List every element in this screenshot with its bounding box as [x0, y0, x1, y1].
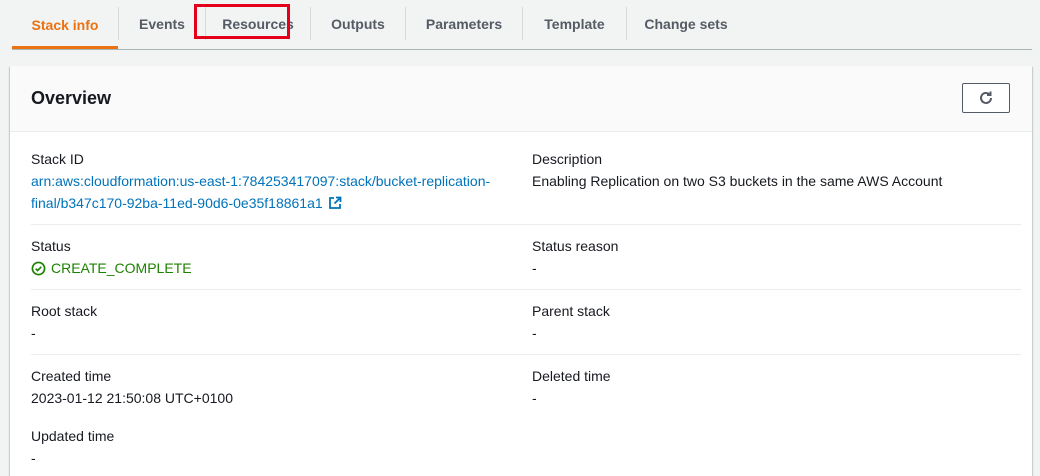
stack-id-value-line2: final/b347c170-92ba-11ed-90d6-0e35f18861…: [31, 195, 323, 211]
updated-time-label: Updated time: [31, 428, 115, 444]
deleted-time-field: Deleted time -: [532, 365, 611, 409]
tab-parameters[interactable]: Parameters: [406, 0, 522, 48]
tab-resources[interactable]: Resources: [206, 0, 310, 48]
description-value: Enabling Replication on two S3 buckets i…: [532, 173, 943, 189]
overview-panel: Overview Stack ID arn:aws:cloudformation…: [10, 66, 1032, 476]
deleted-time-label: Deleted time: [532, 368, 611, 384]
overview-row: Created time 2023-01-12 21:50:08 UTC+010…: [31, 365, 1021, 419]
overview-row: Status CREATE_COMPLETE Status reason -: [31, 235, 1021, 290]
status-reason-field: Status reason -: [532, 235, 618, 279]
updated-time-field: Updated time -: [31, 425, 114, 469]
status-reason-value: -: [532, 260, 537, 276]
created-time-field: Created time 2023-01-12 21:50:08 UTC+010…: [31, 365, 233, 409]
overview-row: Root stack - Parent stack -: [31, 300, 1021, 355]
status-label: Status: [31, 238, 71, 254]
status-reason-label: Status reason: [532, 238, 619, 254]
root-stack-field: Root stack -: [31, 300, 97, 344]
refresh-icon: [980, 91, 992, 104]
created-time-value: 2023-01-12 21:50:08 UTC+0100: [31, 390, 233, 406]
parent-stack-label: Parent stack: [532, 303, 610, 319]
updated-time-value: -: [31, 450, 36, 466]
description-label: Description: [532, 151, 603, 167]
stack-id-value-line1: arn:aws:cloudformation:us-east-1:7842534…: [31, 173, 491, 189]
overview-title: Overview: [31, 88, 112, 108]
status-field: Status CREATE_COMPLETE: [31, 235, 192, 279]
tab-stack-info[interactable]: Stack info: [12, 0, 118, 49]
created-time-label: Created time: [31, 368, 112, 384]
refresh-button[interactable]: [962, 83, 1010, 113]
status-value: CREATE_COMPLETE: [31, 257, 192, 279]
tab-bar: Stack info Events Resources Outputs Para…: [12, 0, 1032, 50]
tab-events[interactable]: Events: [119, 0, 205, 48]
deleted-time-value: -: [532, 390, 537, 406]
stack-id-link[interactable]: arn:aws:cloudformation:us-east-1:7842534…: [31, 170, 490, 214]
tab-template[interactable]: Template: [523, 0, 626, 48]
overview-header: Overview: [10, 66, 1032, 132]
status-text: CREATE_COMPLETE: [51, 260, 192, 276]
parent-stack-value: -: [532, 325, 537, 341]
parent-stack-field: Parent stack -: [532, 300, 610, 344]
root-stack-value: -: [31, 325, 36, 341]
overview-row: Stack ID arn:aws:cloudformation:us-east-…: [31, 148, 1021, 225]
root-stack-label: Root stack: [31, 303, 98, 319]
stack-id-field: Stack ID arn:aws:cloudformation:us-east-…: [31, 148, 490, 214]
tab-outputs[interactable]: Outputs: [311, 0, 405, 48]
tab-change-sets[interactable]: Change sets: [627, 0, 745, 48]
external-link-icon: [328, 196, 342, 209]
stack-id-label: Stack ID: [31, 151, 84, 167]
description-field: Description Enabling Replication on two …: [532, 148, 942, 192]
check-circle-icon: [31, 261, 46, 275]
